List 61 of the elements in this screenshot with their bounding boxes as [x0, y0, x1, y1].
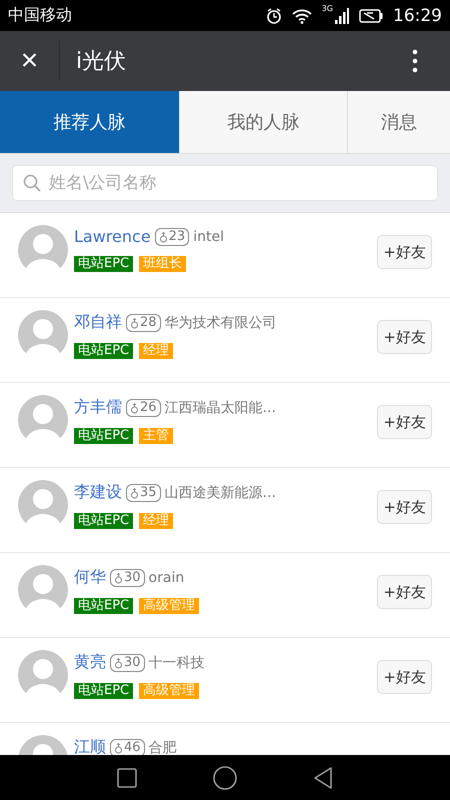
add-friend-button[interactable]: +好友 [377, 235, 432, 269]
company-name: 江西瑞晶太阳能... [164, 398, 276, 416]
age-badge: 30 [110, 568, 145, 586]
company-name: intel [193, 228, 224, 244]
person-name[interactable]: 何华 [74, 567, 106, 588]
tab[interactable]: 消息 [348, 91, 450, 153]
avatar-icon [18, 480, 68, 530]
age-badge: 26 [126, 398, 161, 416]
company-name: 山西途美新能源... [164, 484, 276, 502]
avatar-icon [18, 225, 68, 275]
role-tag: 高级管理 [139, 598, 200, 614]
battery-icon [359, 8, 383, 22]
role-tag: 电站EPC [74, 598, 134, 614]
company-name: 合肥 [148, 738, 177, 755]
role-tag: 经理 [139, 513, 174, 529]
back-icon[interactable] [313, 766, 333, 788]
person-name[interactable]: 方丰儒 [74, 397, 122, 418]
role-tag: 班组长 [139, 256, 186, 272]
company-name: 华为技术有限公司 [164, 314, 277, 332]
avatar-icon [18, 650, 68, 700]
role-tag: 主管 [139, 428, 174, 444]
avatar-icon [18, 310, 68, 360]
person-name[interactable]: Lawrence [74, 227, 151, 246]
search-field[interactable]: 姓名\公司名称 [12, 165, 438, 201]
person-name[interactable]: 江顺 [74, 737, 106, 755]
person-name[interactable]: 邓自祥 [74, 312, 122, 333]
avatar-icon [18, 395, 68, 445]
recent-apps-icon[interactable] [117, 768, 137, 788]
add-friend-button[interactable]: +好友 [377, 575, 432, 609]
role-tag: 经理 [139, 343, 174, 359]
role-tag: 高级管理 [139, 683, 200, 699]
role-tag: 电站EPC [74, 428, 134, 444]
wifi-icon [292, 8, 312, 24]
role-tag: 电站EPC [74, 683, 134, 699]
avatar-icon [18, 565, 68, 615]
carrier-name: 中国移动 [8, 5, 73, 26]
person-name[interactable]: 李建设 [74, 482, 122, 503]
tab[interactable]: 我的人脉 [180, 91, 348, 153]
close-button[interactable]: × [0, 41, 60, 81]
age-badge: 28 [126, 314, 161, 332]
clock: 16:29 [393, 6, 442, 26]
age-badge: 30 [110, 654, 145, 672]
person-name[interactable]: 黄亮 [74, 652, 106, 673]
app-title: i光伏 [76, 48, 128, 76]
role-tag: 电站EPC [74, 256, 134, 272]
age-badge: 35 [126, 484, 161, 502]
network-type: 3G [322, 4, 333, 13]
age-badge: 23 [154, 228, 190, 246]
add-friend-button[interactable]: +好友 [377, 405, 432, 439]
role-tag: 电站EPC [74, 343, 134, 359]
role-tag: 电站EPC [74, 513, 134, 529]
add-friend-button[interactable]: +好友 [377, 320, 432, 354]
home-icon[interactable] [213, 766, 237, 790]
add-friend-button[interactable]: +好友 [377, 490, 432, 524]
alarm-icon [266, 8, 282, 24]
signal-icon [335, 8, 349, 24]
more-icon[interactable] [412, 49, 418, 73]
company-name: 十一科技 [148, 654, 205, 672]
company-name: orain [148, 570, 184, 586]
tab[interactable]: 推荐人脉 [0, 91, 180, 153]
add-friend-button[interactable]: +好友 [377, 660, 432, 694]
